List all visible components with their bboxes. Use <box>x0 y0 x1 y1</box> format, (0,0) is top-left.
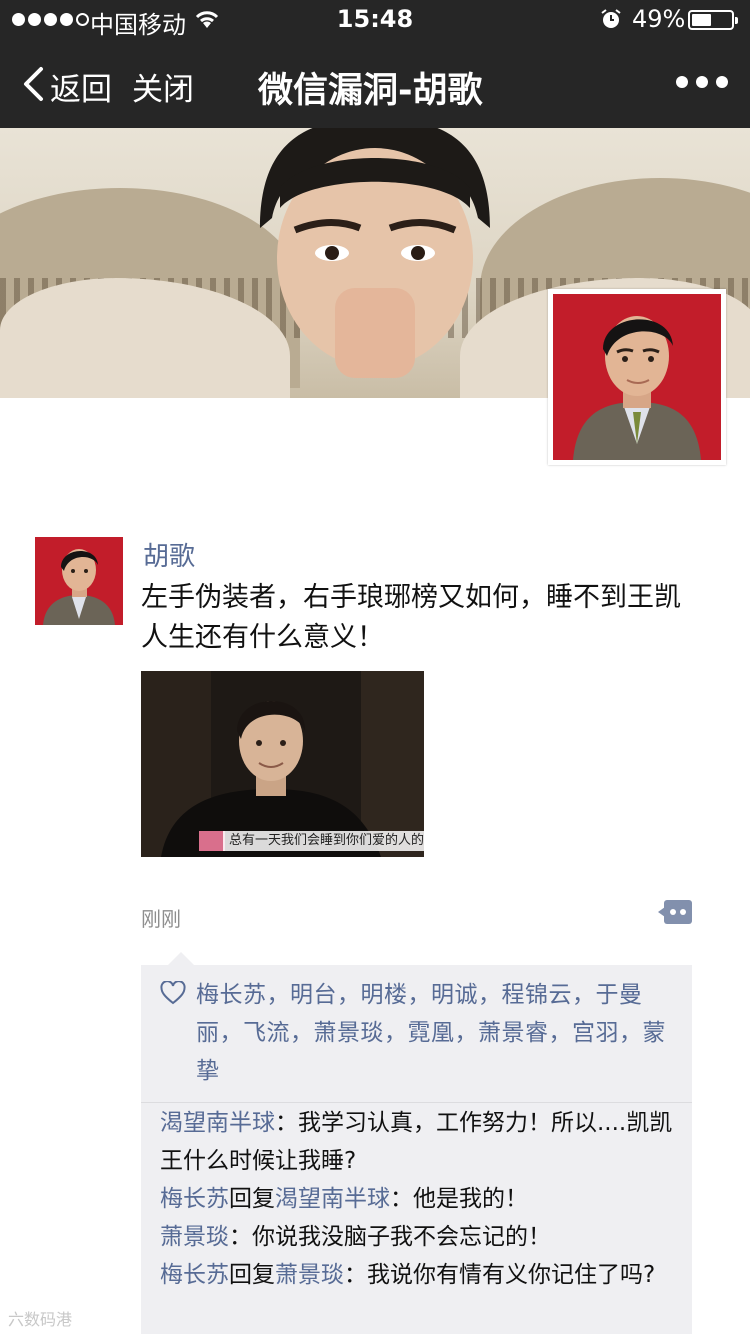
profile-avatar[interactable] <box>548 289 726 465</box>
comment-colon: ： <box>229 1224 252 1250</box>
comment-row[interactable]: 萧景琰：你说我没脑子我不会忘记的！ <box>160 1218 680 1256</box>
battery-fill <box>692 14 711 26</box>
more-options-icon[interactable] <box>676 76 728 88</box>
like-separator: ， <box>548 1020 572 1046</box>
post-author-avatar[interactable] <box>35 537 123 625</box>
comment-text: 他是我的！ <box>413 1186 528 1212</box>
like-separator: ， <box>454 1020 478 1046</box>
navigation-bar: 返回 关闭 微信漏洞-胡歌 <box>0 40 750 128</box>
post-text: 左手伪装者，右手琅琊榜又如何，睡不到王凯人生还有什么意义！ <box>141 582 681 653</box>
like-name[interactable]: 明诚 <box>431 982 478 1008</box>
comment-author[interactable]: 梅长苏 <box>160 1262 229 1288</box>
like-name[interactable]: 萧景琰 <box>314 1020 385 1046</box>
like-separator: ， <box>266 982 290 1008</box>
comment-row[interactable]: 梅长苏回复萧景琰：我说你有情有义你记住了吗? <box>160 1256 680 1294</box>
page-title: 微信漏洞-胡歌 <box>258 71 483 111</box>
like-name[interactable]: 明台 <box>290 982 337 1008</box>
like-name[interactable]: 明楼 <box>361 982 408 1008</box>
like-separator: ， <box>478 982 502 1008</box>
battery-icon <box>688 10 738 30</box>
comment-colon: ： <box>390 1186 413 1212</box>
like-separator: ， <box>337 982 361 1008</box>
comment-text: 我说你有情有义你记住了吗? <box>367 1262 656 1288</box>
like-separator: ， <box>219 1020 243 1046</box>
social-box-pointer <box>168 952 194 965</box>
comment-row[interactable]: 渴望南半球：我学习认真，工作努力！所以....凯凯王什么时候让我睡? <box>160 1104 680 1180</box>
likes-section: 梅长苏，明台，明楼，明诚，程锦云，于曼丽，飞流，萧景琰，霓凰，萧景睿，宫羽，蒙挚 <box>141 965 692 1103</box>
comment-author[interactable]: 渴望南半球 <box>160 1110 275 1136</box>
status-bar: 中国移动 15:48 49% <box>0 0 750 40</box>
like-name[interactable]: 宫羽 <box>572 1020 619 1046</box>
image-caption: 总有一天我们会睡到你们爱的人的 <box>223 831 424 851</box>
comment-reply-to[interactable]: 渴望南半球 <box>275 1186 390 1212</box>
comment-author[interactable]: 梅长苏 <box>160 1186 229 1212</box>
like-separator: ， <box>572 982 596 1008</box>
post-image[interactable]: 总有一天我们会睡到你们爱的人的 <box>141 671 424 857</box>
post-timestamp: 刚刚 <box>141 907 181 931</box>
likes-list: 梅长苏，明台，明楼，明诚，程锦云，于曼丽，飞流，萧景琰，霓凰，萧景睿，宫羽，蒙挚 <box>196 976 676 1090</box>
likes-and-comments: 梅长苏，明台，明楼，明诚，程锦云，于曼丽，飞流，萧景琰，霓凰，萧景睿，宫羽，蒙挚… <box>141 965 692 1334</box>
like-name[interactable]: 梅长苏 <box>196 982 267 1008</box>
comment-colon: ： <box>344 1262 367 1288</box>
like-name[interactable]: 飞流 <box>243 1020 290 1046</box>
comment-author[interactable]: 萧景琰 <box>160 1224 229 1250</box>
comment-options-icon[interactable] <box>658 899 692 925</box>
back-button[interactable]: 返回 <box>50 64 112 109</box>
like-separator: ， <box>384 1020 408 1046</box>
post-author-name[interactable]: 胡歌 <box>143 536 195 573</box>
like-name[interactable]: 萧景睿 <box>478 1020 549 1046</box>
reply-word: 回复 <box>229 1262 275 1288</box>
watermark: 六数码港 <box>8 1310 73 1329</box>
alarm-icon <box>601 9 621 28</box>
like-separator: ， <box>290 1020 314 1046</box>
back-chevron-icon[interactable] <box>22 66 44 102</box>
like-name[interactable]: 程锦云 <box>502 982 573 1008</box>
comments-list: 渴望南半球：我学习认真，工作努力！所以....凯凯王什么时候让我睡? 梅长苏回复渴… <box>160 1104 680 1294</box>
comment-row[interactable]: 梅长苏回复渴望南半球：他是我的！ <box>160 1180 680 1218</box>
battery-percent: 49% <box>632 5 686 33</box>
caption-badge <box>199 831 225 851</box>
comment-text: 你说我没脑子我不会忘记的！ <box>252 1224 551 1250</box>
heart-icon <box>160 981 186 1005</box>
like-separator: ， <box>619 1020 643 1046</box>
top-bar: 中国移动 15:48 49% 返回 关闭 微信漏洞-胡歌 <box>0 0 750 128</box>
comment-colon: ： <box>275 1110 298 1136</box>
like-name[interactable]: 霓凰 <box>408 1020 455 1046</box>
reply-word: 回复 <box>229 1186 275 1212</box>
like-separator: ， <box>407 982 431 1008</box>
close-button[interactable]: 关闭 <box>132 64 194 109</box>
comment-reply-to[interactable]: 萧景琰 <box>275 1262 344 1288</box>
